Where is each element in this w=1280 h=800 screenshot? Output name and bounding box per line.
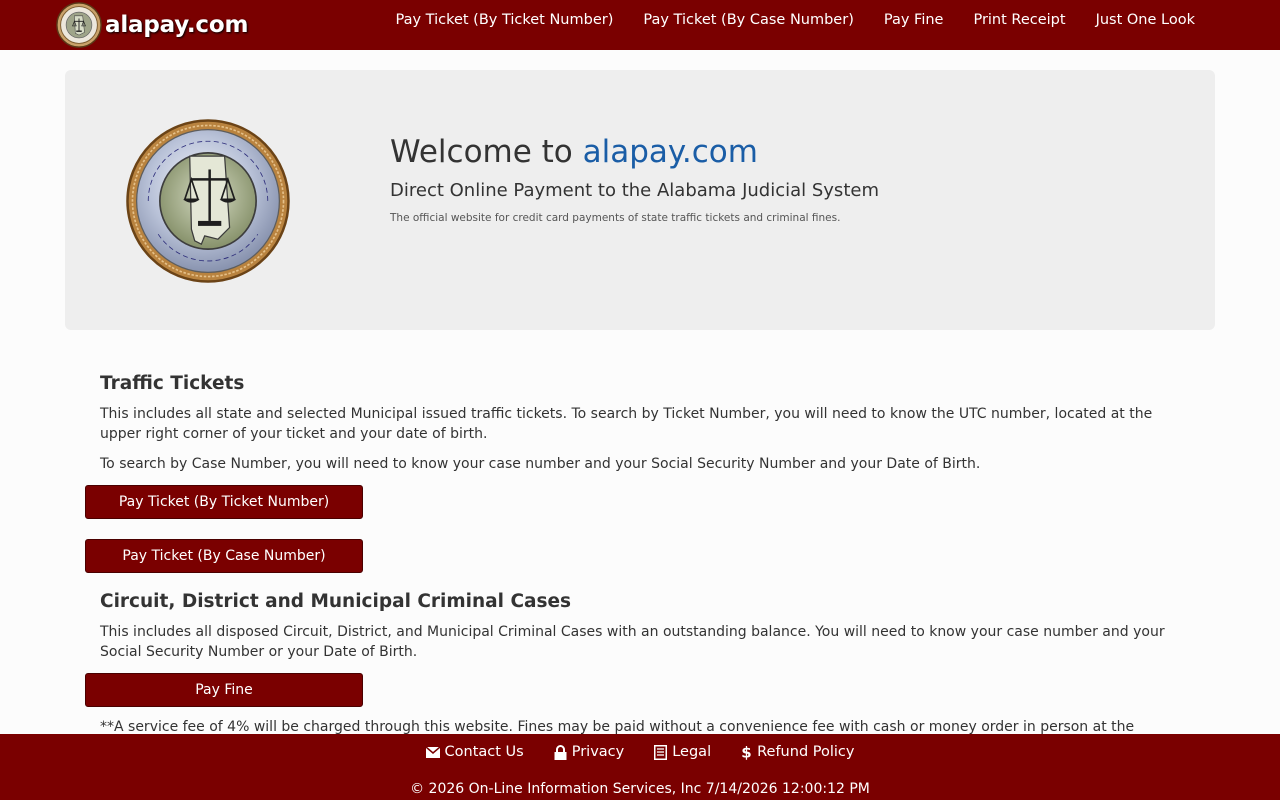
footer: Contact Us Privacy Legal $ Refund Policy [0,734,1280,800]
lock-icon [554,744,567,760]
traffic-case-number-description: To search by Case Number, you will need … [100,456,981,472]
footer-privacy-label: Privacy [571,744,625,760]
footer-refund-policy-label: Refund Policy [757,744,855,760]
pay-ticket-by-ticket-number-button[interactable]: Pay Ticket (By Ticket Number) [85,485,363,519]
nav-links: Pay Ticket (By Ticket Number) Pay Ticket… [365,0,1195,40]
footer-contact-us-label: Contact Us [444,744,524,760]
hero-subtitle: Direct Online Payment to the Alabama Jud… [390,180,879,201]
welcome-jumbotron: Welcome to alapay.com Direct Online Paym… [65,70,1215,330]
brand-link[interactable]: alapay.com [56,1,248,49]
brand-text: alapay.com [105,12,249,38]
welcome-prefix: Welcome to [390,134,583,170]
pay-ticket-by-case-number-button[interactable]: Pay Ticket (By Case Number) [85,539,363,573]
dollar-icon: $ [741,744,751,760]
top-navbar: alapay.com Pay Ticket (By Ticket Number)… [0,0,1280,50]
envelope-icon [425,746,440,758]
welcome-site-name: alapay.com [582,134,758,170]
nav-pay-fine[interactable]: Pay Fine [884,12,944,28]
nav-print-receipt[interactable]: Print Receipt [973,12,1065,28]
nav-just-one-look[interactable]: Just One Look [1096,12,1195,28]
footer-privacy-link[interactable]: Privacy [554,744,625,760]
footer-links: Contact Us Privacy Legal $ Refund Policy [0,744,1280,760]
footer-legal-label: Legal [672,744,712,760]
unified-judicial-system-seal-icon [126,119,290,283]
svg-text:$: $ [741,744,751,760]
welcome-heading: Welcome to alapay.com [390,134,758,170]
copyright-text: © 2026 On-Line Information Services, Inc… [410,781,870,797]
footer-refund-policy-link[interactable]: $ Refund Policy [741,744,854,760]
seal-logo-icon [56,2,102,48]
traffic-tickets-description: This includes all state and selected Mun… [100,406,1153,442]
footer-legal-link[interactable]: Legal [654,744,711,760]
hero-description: The official website for credit card pay… [390,212,841,224]
criminal-cases-description: This includes all disposed Circuit, Dist… [100,624,1165,660]
footer-contact-us-link[interactable]: Contact Us [425,744,524,760]
document-icon [654,744,668,760]
nav-pay-ticket-by-case-number[interactable]: Pay Ticket (By Case Number) [643,12,853,28]
nav-pay-ticket-by-ticket-number[interactable]: Pay Ticket (By Ticket Number) [395,12,613,28]
criminal-cases-heading: Circuit, District and Municipal Criminal… [100,591,572,612]
pay-fine-button[interactable]: Pay Fine [85,673,363,707]
traffic-tickets-heading: Traffic Tickets [100,373,245,394]
